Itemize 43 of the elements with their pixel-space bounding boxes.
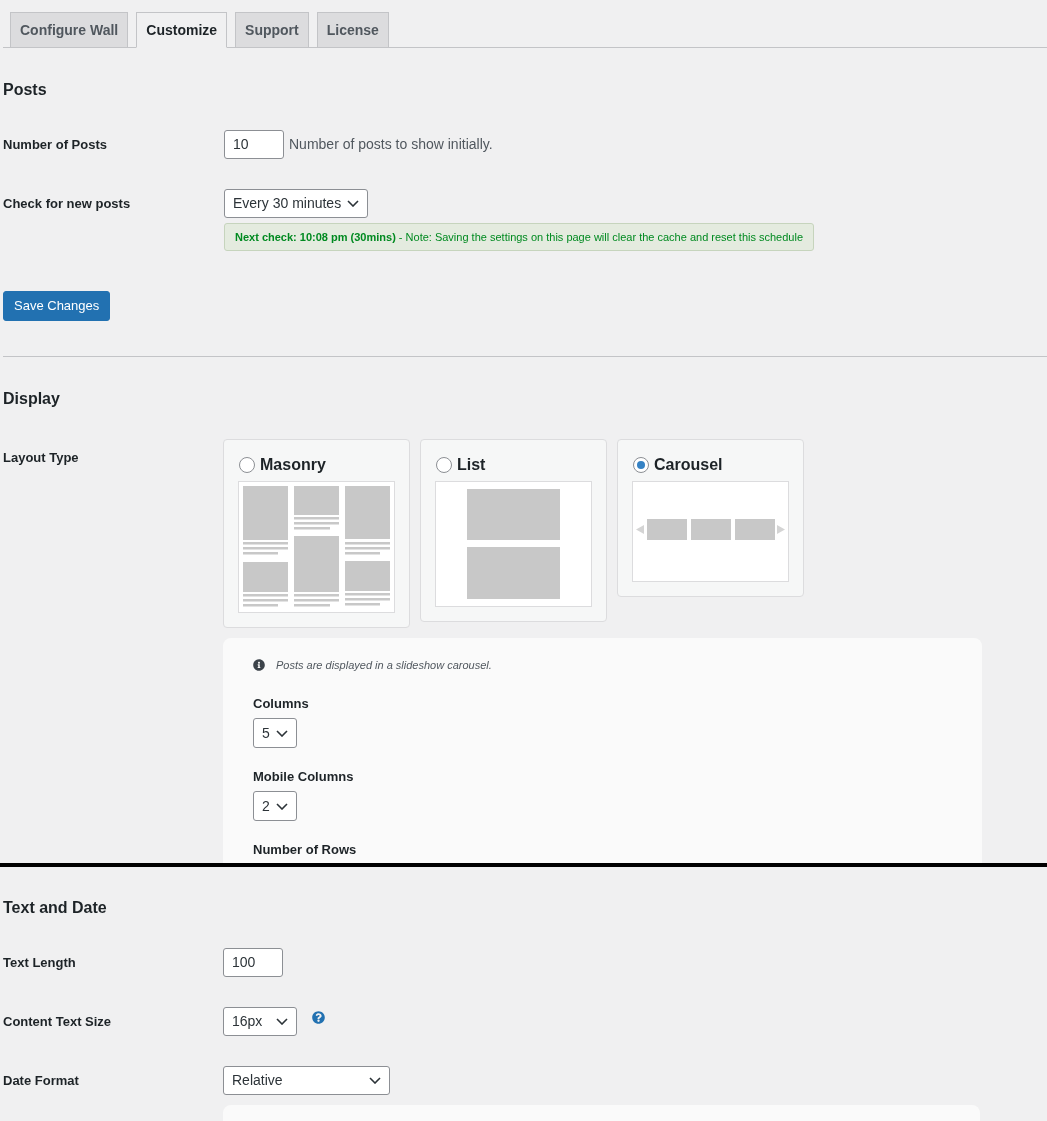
field-label: Layout Type <box>3 450 79 465</box>
section-heading: Posts <box>3 80 47 100</box>
tab[interactable]: License <box>316 12 389 47</box>
layout-option-label[interactable]: List <box>457 453 486 477</box>
schedule-notice: Next check: 10:08 pm (30mins) - Note: Saving the settings on this page will clear the cache and reset this schedule <box>224 223 815 251</box>
radio-button[interactable] <box>633 457 649 473</box>
field-label: Content Text Size <box>3 1012 112 1031</box>
field-label: Mobile Columns <box>253 768 354 786</box>
layout-option-label[interactable]: Carousel <box>654 453 723 477</box>
dropdown[interactable]: 5 <box>253 718 297 748</box>
tab[interactable]: Customize <box>136 12 228 48</box>
number-field[interactable]: 100 <box>223 948 283 977</box>
field-label: Text Length <box>3 953 76 972</box>
help-icon[interactable] <box>312 1011 325 1024</box>
section-heading: Text and Date <box>3 898 107 918</box>
chevron-down-icon <box>347 200 360 207</box>
info-text: Posts are displayed in a slideshow carousel. <box>276 657 492 673</box>
tab[interactable]: Configure Wall <box>10 12 129 47</box>
info-icon <box>253 659 265 671</box>
help-text: Number of posts to show initially. <box>289 135 493 154</box>
tab[interactable]: Support <box>235 12 309 47</box>
field-label: Number of Rows <box>253 841 357 859</box>
radio-button[interactable] <box>239 457 255 473</box>
field-label: Date Format <box>3 1071 79 1090</box>
dropdown[interactable]: 2 <box>253 791 297 821</box>
save-button[interactable]: Save Changes <box>3 291 111 321</box>
chevron-down-icon <box>369 1077 381 1084</box>
layout-option-card[interactable]: Masonry <box>223 439 410 628</box>
chevron-down-icon <box>276 1018 288 1025</box>
layout-option-label[interactable]: Masonry <box>260 453 326 477</box>
chevron-down-icon <box>275 729 288 737</box>
number-field[interactable]: 10 <box>224 130 284 159</box>
dropdown[interactable]: Relative <box>223 1066 390 1095</box>
layout-option-card[interactable]: Carousel <box>617 439 804 597</box>
section-heading: Display <box>3 389 60 409</box>
field-label: Columns <box>253 695 309 713</box>
radio-button[interactable] <box>436 457 452 473</box>
field-label: Number of Posts <box>3 135 107 154</box>
dropdown[interactable]: 16px <box>223 1007 297 1036</box>
field-label: Check for new posts <box>3 194 131 213</box>
dropdown[interactable]: Every 30 minutes <box>224 189 369 218</box>
chevron-down-icon <box>275 802 288 810</box>
layout-option-card[interactable]: List <box>420 439 607 622</box>
